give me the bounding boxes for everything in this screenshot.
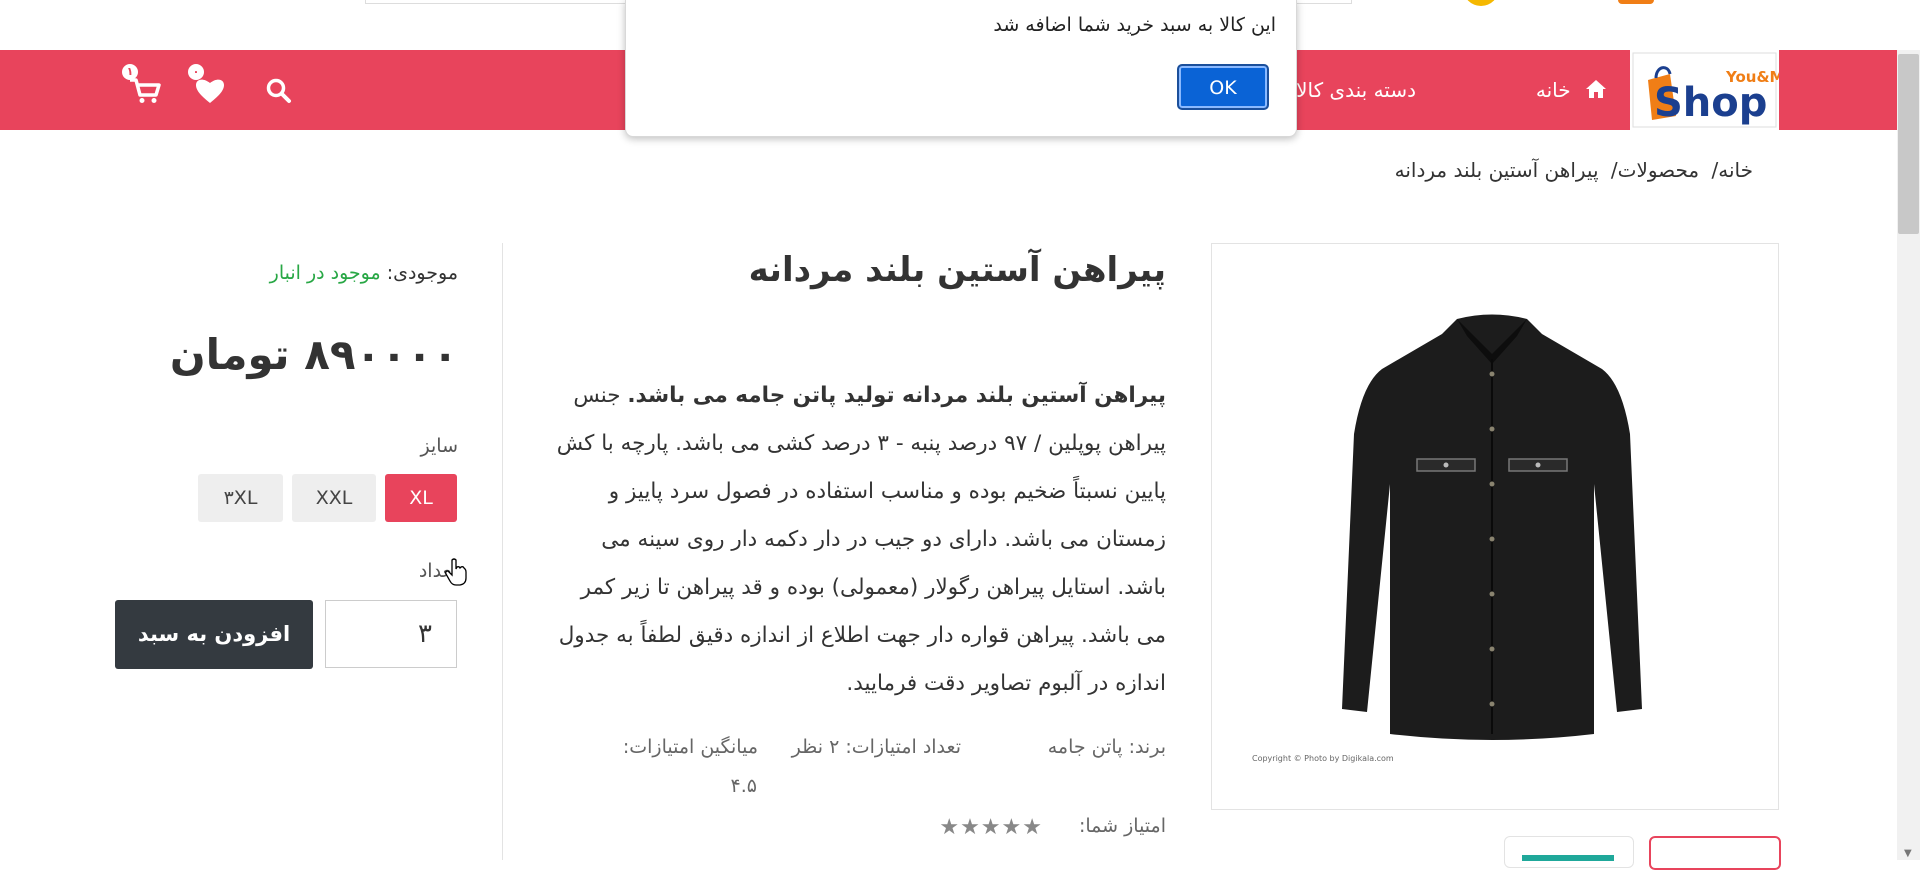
brand-value[interactable]: پاتن جامه xyxy=(1048,736,1123,758)
stock-label: موجودی: xyxy=(386,262,458,284)
ratings-count-info: تعداد امتیازات: ۲ نظر xyxy=(792,736,961,758)
home-icon xyxy=(1571,78,1607,102)
quantity-input[interactable]: ۳ xyxy=(325,600,457,668)
nav-categories-label: دسته بندی کالاها xyxy=(1279,78,1416,102)
search-icon[interactable] xyxy=(266,78,292,108)
stock-value: موجود در انبار xyxy=(269,262,381,284)
size-option-3xl[interactable]: ۳XL xyxy=(198,474,283,522)
size-label: سایز xyxy=(420,435,458,457)
site-logo[interactable]: You&Me Shop xyxy=(1630,50,1779,130)
cart-count-badge: ۱ xyxy=(122,64,138,80)
breadcrumb: خانه/ محصولات/ پیراهن آستین بلند مردانه xyxy=(1389,158,1753,182)
avg-rating-label: میانگین امتیازات: xyxy=(622,736,758,758)
star-icon[interactable]: ★ xyxy=(939,815,960,840)
size-option-xxl[interactable]: XXL xyxy=(292,474,376,522)
logo-main-text: Shop xyxy=(1654,80,1767,126)
shirt-image xyxy=(1342,314,1642,740)
product-image-frame[interactable]: Copyright © Photo by Digikala.com xyxy=(1211,243,1779,810)
hand-cursor-icon xyxy=(445,558,467,590)
thumbnail-selected[interactable] xyxy=(1649,836,1781,870)
breadcrumb-products[interactable]: محصولات/ xyxy=(1611,158,1699,182)
description-rest: جنس پیراهن پوپلین / ۹۷ درصد پنبه - ۳ درص… xyxy=(556,383,1166,696)
breadcrumb-current: پیراهن آستین بلند مردانه xyxy=(1394,158,1599,182)
product-description: پیراهن آستین بلند مردانه تولید پاتن جامه… xyxy=(548,372,1166,708)
cart-icon[interactable] xyxy=(128,78,162,108)
your-rating-label: امتیاز شما: xyxy=(1078,815,1166,837)
stock-status: موجودی: موجود در انبار xyxy=(270,262,458,284)
thumbnail-preview xyxy=(1522,855,1614,861)
add-to-cart-button[interactable]: افزودن به سبد xyxy=(115,600,313,669)
product-price: ۸۹۰۰۰۰ تومان xyxy=(169,330,458,379)
wishlist-icon[interactable] xyxy=(188,78,228,108)
star-icon[interactable]: ★ xyxy=(960,815,981,840)
scroll-down-arrow-icon[interactable]: ▼ xyxy=(1904,848,1912,859)
brand-info: برند: پاتن جامه xyxy=(1048,736,1166,758)
thumbnail[interactable] xyxy=(1504,836,1634,868)
alert-ok-button[interactable]: OK xyxy=(1177,64,1269,110)
avg-rating-value: ۴.۵ xyxy=(730,775,757,797)
wishlist-count-badge: ۰ xyxy=(188,64,204,80)
product-title: پیراهن آستین بلند مردانه xyxy=(748,250,1166,290)
rating-stars[interactable]: ★★★★★ xyxy=(939,815,1043,840)
nav-home-label: خانه xyxy=(1535,78,1571,102)
ratings-count-value: ۲ نظر xyxy=(791,736,840,758)
description-bold: پیراهن آستین بلند مردانه تولید پاتن جامه… xyxy=(627,383,1166,408)
nav-home-link[interactable]: خانه xyxy=(1536,50,1607,130)
brand-label: برند: xyxy=(1128,736,1166,758)
size-option-xl[interactable]: XL xyxy=(385,474,457,522)
column-divider xyxy=(502,243,503,860)
star-icon[interactable]: ★ xyxy=(1022,815,1043,840)
star-icon[interactable]: ★ xyxy=(1002,815,1023,840)
image-copyright: Copyright © Photo by Digikala.com xyxy=(1252,754,1394,763)
alert-message: این کالا به سبد خرید شما اضافه شد xyxy=(993,14,1276,36)
alert-dialog: این کالا به سبد خرید شما اضافه شد OK xyxy=(625,0,1297,137)
ratings-count-label: تعداد امتیازات: xyxy=(845,736,961,758)
top-yellow-badge xyxy=(1463,0,1499,6)
top-orange-mark xyxy=(1618,0,1654,4)
star-icon[interactable]: ★ xyxy=(981,815,1002,840)
scrollbar-thumb[interactable] xyxy=(1898,54,1919,234)
breadcrumb-home[interactable]: خانه/ xyxy=(1712,158,1753,182)
